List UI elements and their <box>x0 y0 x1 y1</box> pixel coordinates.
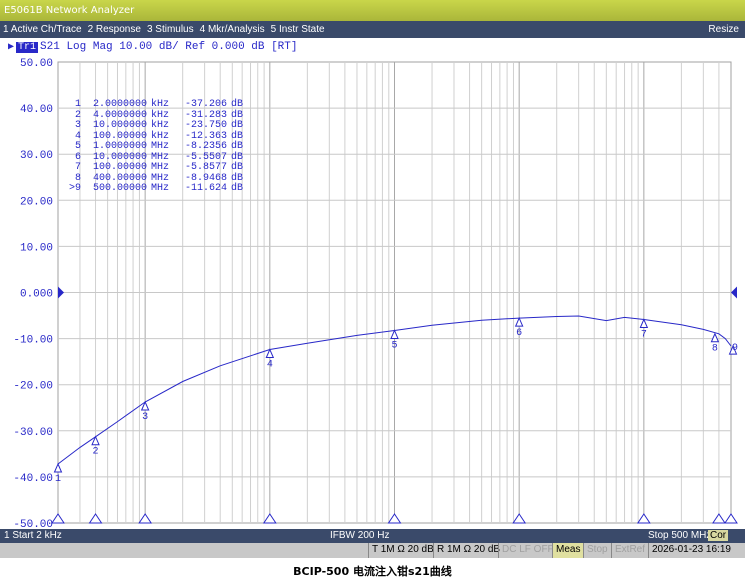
marker-value: -5.8577 <box>184 162 227 173</box>
figure-caption: BCIP-500 电流注入钳s21曲线 <box>293 565 452 578</box>
marker-db-unit: dB <box>231 120 244 131</box>
stop-frequency[interactable]: Stop 500 MHz <box>648 530 711 541</box>
marker-number: >9 <box>68 183 81 194</box>
window-title: E5061B Network Analyzer <box>4 5 135 16</box>
info-bar: T 1M Ω 20 dB R 1M Ω 20 dB DC LF OFF Meas… <box>0 543 745 558</box>
marker-unit: MHz <box>151 183 170 194</box>
marker-value: -8.2356 <box>184 141 227 152</box>
chart-panel: 50.00 40.00 30.00 20.00 10.00 0.000 -10.00 -20.… <box>5 38 739 529</box>
status-bar: 1 Start 2 kHz IFBW 200 Hz Stop 500 MHz C… <box>0 529 745 543</box>
ref-level-right-arrow-icon <box>731 286 737 299</box>
window-title-bar: E5061B Network Analyzer <box>0 0 745 21</box>
menu-stimulus[interactable]: 3 Stimulus <box>144 24 197 35</box>
menu-active-ch-trace[interactable]: 1 Active Ch/Trace <box>0 24 85 35</box>
marker-label: 9 <box>732 343 738 354</box>
marker-row: >9 500.00000 MHz -11.624 dB <box>65 183 244 195</box>
resize-button[interactable]: Resize <box>705 24 745 35</box>
marker-db-unit: dB <box>231 162 244 173</box>
marker-frequency: 10.000000 <box>92 120 147 131</box>
marker-frequency: 2.0000000 <box>92 99 147 110</box>
date-time: 2026-01-23 16:19 <box>648 543 734 558</box>
marker-label: 2 <box>93 447 99 458</box>
y-tick-label: -50.00 <box>13 519 53 529</box>
marker-row: 3 10.000000 kHz -23.750 dB <box>65 120 244 132</box>
marker-frequency: 500.00000 <box>92 183 147 194</box>
marker-row: 5 1.0000000 MHz -8.2356 dB <box>65 141 244 153</box>
marker-value: -11.624 <box>184 183 227 194</box>
marker-unit: MHz <box>151 162 170 173</box>
marker-db-unit: dB <box>231 99 244 110</box>
start-frequency[interactable]: 1 Start 2 kHz <box>4 530 62 541</box>
marker-row: 1 2.0000000 kHz -37.206 dB <box>65 99 244 111</box>
y-tick-label: -30.00 <box>13 427 53 439</box>
marker-db-unit: dB <box>231 141 244 152</box>
marker-table: 1 2.0000000 kHz -37.206 dB 2 4.0000000 kHz -31.2… <box>65 99 244 195</box>
marker-frequency: 1.0000000 <box>92 141 147 152</box>
y-tick-label: 0.000 <box>20 289 53 301</box>
y-tick-label: 20.00 <box>20 196 53 208</box>
marker-value: -37.206 <box>184 99 227 110</box>
y-tick-label: 40.00 <box>20 104 53 116</box>
correction-badge: Cor <box>708 530 729 541</box>
trace-header[interactable]: ▶ Tr1 S21 Log Mag 10.00 dB/ Ref 0.000 dB… <box>8 41 298 53</box>
marker-db-unit: dB <box>231 183 244 194</box>
marker-label: 5 <box>391 340 397 351</box>
menu-bar: 1 Active Ch/Trace 2 Response 3 Stimulus … <box>0 21 745 38</box>
marker-unit: kHz <box>151 120 170 131</box>
meas-status: Meas <box>552 543 584 558</box>
marker-label: 6 <box>516 328 522 339</box>
active-trace-arrow-icon: ▶ <box>8 42 15 53</box>
marker-number: 5 <box>74 141 81 152</box>
marker-number: 7 <box>74 162 81 173</box>
ifbw[interactable]: IFBW 200 Hz <box>330 530 389 541</box>
y-tick-label: 30.00 <box>20 150 53 162</box>
y-tick-label: -10.00 <box>13 335 53 347</box>
trace-settings: S21 Log Mag 10.00 dB/ Ref 0.000 dB [RT] <box>40 41 298 53</box>
marker-label: 3 <box>142 412 148 423</box>
marker-frequency: 100.00000 <box>92 162 147 173</box>
marker-row: 7 100.00000 MHz -5.8577 dB <box>65 162 244 174</box>
r-input-setting: R 1M Ω 20 dB <box>433 543 503 558</box>
menu-instr-state[interactable]: 5 Instr State <box>268 24 328 35</box>
y-tick-label: 50.00 <box>20 58 53 70</box>
y-tick-label: 10.00 <box>20 242 53 254</box>
marker-number: 1 <box>74 99 81 110</box>
marker-label: 1 <box>55 474 61 485</box>
stop-status: Stop <box>583 543 611 558</box>
marker-unit: MHz <box>151 141 170 152</box>
y-tick-label: -40.00 <box>13 473 53 485</box>
extref-status: ExtRef <box>611 543 648 558</box>
menu-response[interactable]: 2 Response <box>85 24 144 35</box>
marker-label: 8 <box>712 344 718 355</box>
menu-mkr-analysis[interactable]: 4 Mkr/Analysis <box>197 24 268 35</box>
t-input-setting: T 1M Ω 20 dB <box>368 543 437 558</box>
marker-value: -23.750 <box>184 120 227 131</box>
marker-unit: kHz <box>151 99 170 110</box>
marker-label: 7 <box>641 330 647 341</box>
marker-label: 4 <box>267 359 273 370</box>
trace-badge[interactable]: Tr1 <box>16 41 39 53</box>
y-tick-label: -20.00 <box>13 381 53 393</box>
marker-number: 3 <box>74 120 81 131</box>
dc-lf-status: DC LF OFF <box>498 543 557 558</box>
